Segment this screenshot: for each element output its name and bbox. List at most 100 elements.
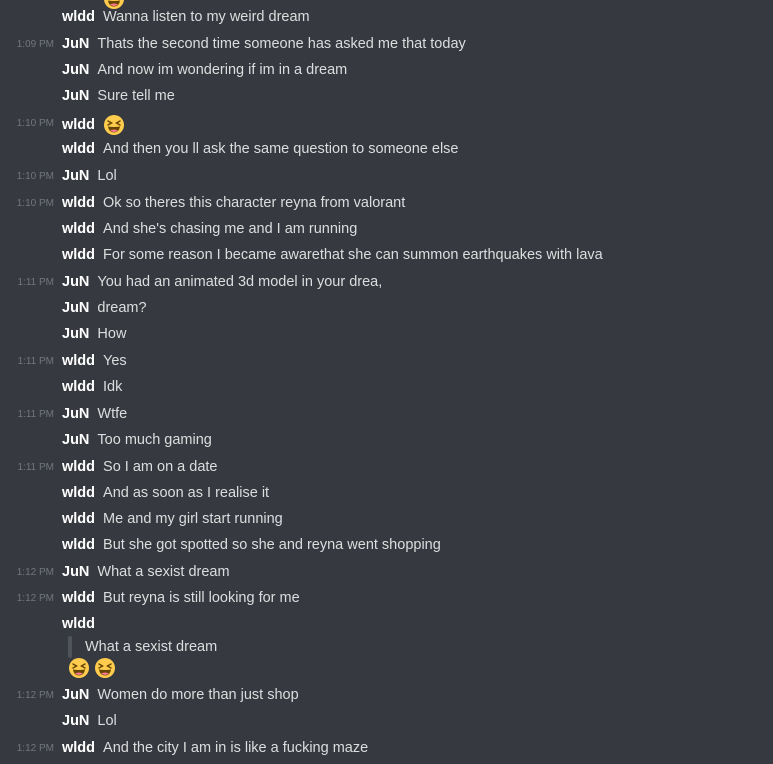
message-line: wldd But she got spotted so she and reyna… [62,536,441,554]
message-line: JuN Wtfe [62,405,127,423]
message-line: JuN dream? [62,299,147,317]
message-timestamp: 1:11 PM [17,462,55,473]
message-author[interactable]: JuN [62,432,89,448]
message-text: Wanna listen to my weird dream [103,9,310,25]
message-author[interactable]: JuN [62,687,89,703]
chat-message[interactable]: wldd And then you ll ask the same questio… [0,136,773,162]
message-text: For some reason I became awarethat she c… [103,247,603,263]
chat-message[interactable]: wldd But she got spotted so she and reyna… [0,532,773,558]
chat-message[interactable]: JuN dream? [0,295,773,321]
message-author[interactable]: wldd [62,537,95,553]
chat-message[interactable]: 1:12 PM JuN What a sexist dream [0,559,773,585]
message-text: And she's chasing me and I am running [103,221,358,237]
message-text: And as soon as I realise it [103,485,270,501]
message-text: Ok so theres this character reyna from v… [103,195,406,211]
message-author[interactable]: JuN [62,36,89,52]
chat-message[interactable]: JuN Lol [0,708,773,734]
message-author[interactable]: JuN [62,713,89,729]
message-line: wldd Wanna listen to my weird dream [62,8,310,26]
message-text: So I am on a date [103,459,218,475]
chat-message[interactable]: 1:12 PM JuN Women do more than just shop [0,682,773,708]
message-author[interactable]: wldd [62,141,95,157]
message-author[interactable]: JuN [62,406,89,422]
message-line: JuN How [62,325,126,343]
message-author[interactable]: wldd [62,379,95,395]
message-line: wldd Ok so theres this character reyna fr… [62,194,405,212]
chat-message[interactable]: JuN How [0,321,773,347]
emoji-row [68,657,120,681]
message-line: JuN Lol [62,167,117,185]
message-timestamp: 1:11 PM [17,277,55,288]
message-author[interactable]: JuN [62,88,89,104]
message-author[interactable]: wldd [62,117,95,133]
message-text: And then you ll ask the same question to… [103,141,459,157]
message-author[interactable]: wldd [62,511,95,527]
message-author[interactable]: wldd [62,221,95,237]
message-text: How [97,326,127,342]
message-author[interactable]: wldd [62,9,95,25]
message-author[interactable]: wldd [62,616,95,632]
message-text: Wtfe [97,406,128,422]
message-timestamp: 1:12 PM [16,743,54,754]
message-line: wldd So I am on a date [62,458,218,476]
chat-message[interactable]: wldd And she's chasing me and I am runnin… [0,216,773,242]
message-author[interactable]: JuN [62,300,89,316]
chat-message[interactable]: wldd Me and my girl start running [0,506,773,532]
message-line: wldd And she's chasing me and I am runnin… [62,220,357,238]
message-text: Sure tell me [97,88,175,104]
message-timestamp: 1:10 PM [16,198,54,209]
message-line: JuN Too much gaming [62,431,212,449]
chat-message[interactable]: 1:09 PM JuN Thats the second time someone … [0,31,773,57]
message-author[interactable]: wldd [62,247,95,263]
message-line: wldd Me and my girl start running [62,510,283,528]
chat-message[interactable]: 1:11 PM JuN Wtfe [0,401,773,427]
message-author[interactable]: JuN [62,326,89,342]
chat-message[interactable]: wldd And as soon as I realise it [0,480,773,506]
message-line: wldd And then you ll ask the same questio… [62,140,459,158]
message-author[interactable]: wldd [62,590,95,606]
message-line: wldd For some reason I became awarethat s… [62,246,603,264]
message-timestamp: 1:10 PM [16,118,54,129]
message-timestamp: 1:11 PM [17,409,55,420]
message-author[interactable]: JuN [62,274,89,290]
message-author[interactable]: JuN [62,62,89,78]
chat-message[interactable]: 1:10 PM JuN Lol [0,163,773,189]
message-author[interactable]: JuN [62,168,89,184]
chat-message[interactable]: 1:10 PM wldd [0,110,773,136]
chat-message[interactable]: 1:10 PM wldd Ok so theres this character r… [0,190,773,216]
chat-message[interactable]: wldd Idk [0,374,773,400]
message-line: wldd But reyna is still looking for me [62,589,300,607]
chat-message[interactable]: 1:11 PM wldd So I am on a date [0,454,773,480]
message-author[interactable]: wldd [62,485,95,501]
message-author[interactable]: wldd [62,353,95,369]
message-author[interactable]: JuN [62,564,89,580]
laughing-emoji-icon [104,115,125,135]
message-line: wldd And the city I am in is like a fucki… [62,739,368,757]
laughing-emoji-icon [69,658,89,678]
chat-message[interactable]: wldd For some reason I became awarethat s… [0,242,773,268]
chat-message[interactable]: JuN And now im wondering if im in a dream [0,57,773,83]
message-text: Lol [97,168,117,184]
message-author[interactable]: wldd [62,459,95,475]
chat-message[interactable]: 1:11 PM JuN You had an animated 3d model i… [0,269,773,295]
message-text: Women do more than just shop [97,687,299,703]
message-line: JuN What a sexist dream [62,563,230,581]
message-text: And the city I am in is like a fucking m… [103,740,369,756]
chat-message[interactable]: 1:12 PM wldd And the city I am in is like … [0,735,773,761]
message-text: You had an animated 3d model in your dre… [97,274,383,290]
message-text: Lol [97,713,117,729]
laughing-emoji-icon [104,0,124,9]
message-author[interactable]: wldd [62,195,95,211]
chat-message[interactable]: 1:11 PM wldd Yes [0,348,773,374]
chat-message[interactable]: wldd [0,611,773,637]
partial-emoji [103,0,125,10]
laughing-emoji-icon [95,658,115,678]
message-line: JuN Women do more than just shop [62,686,299,704]
message-line: wldd [62,615,103,633]
message-author[interactable]: wldd [62,740,95,756]
chat-message[interactable]: JuN Too much gaming [0,427,773,453]
message-text: And now im wondering if im in a dream [97,62,348,78]
chat-message[interactable]: 1:12 PM wldd But reyna is still looking fo… [0,585,773,611]
message-text: Me and my girl start running [103,511,283,527]
chat-message[interactable]: JuN Sure tell me [0,83,773,109]
